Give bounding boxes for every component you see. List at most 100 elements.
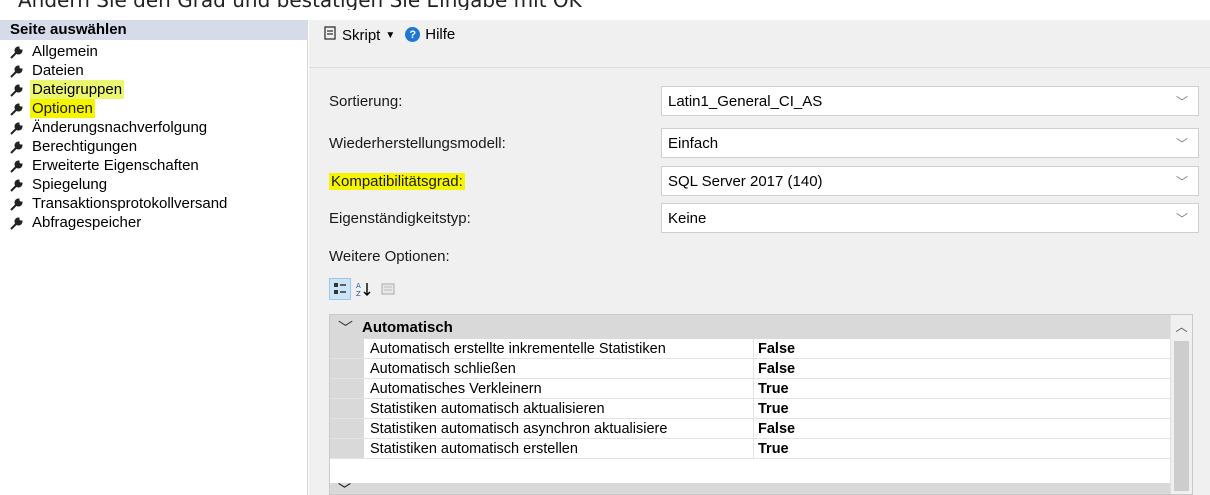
table-row[interactable]: Automatisches Verkleinern True [330, 379, 1170, 399]
property-grid: ﹀ Automatisch Automatisch erstellte inkr… [329, 314, 1193, 495]
property-pages-icon[interactable] [377, 278, 399, 300]
containment-label: Eigenständigkeitstyp: [329, 209, 471, 227]
sidebar-item-erweiterte-eigenschaften[interactable]: Erweiterte Eigenschaften [10, 156, 307, 175]
compat-label: Kompatibilitätsgrad: [329, 172, 465, 190]
property-value[interactable]: True [754, 439, 789, 458]
compat-value: SQL Server 2017 (140) [668, 172, 823, 190]
containment-row: Eigenständigkeitstyp: Keine ﹀ [329, 203, 1199, 233]
sidebar-item-abfragespeicher[interactable]: Abfragespeicher [10, 213, 307, 232]
sidebar-item-label: Transaktionsprotokollversand [32, 195, 228, 212]
row-gutter [330, 379, 364, 398]
vertical-scrollbar[interactable]: ︿ [1170, 315, 1192, 494]
toolbar: Skript ▼ ? Hilfe [309, 20, 1210, 68]
sidebar-item-dateien[interactable]: Dateien [10, 61, 307, 80]
sidebar-item-berechtigungen[interactable]: Berechtigungen [10, 137, 307, 156]
wrench-icon [10, 121, 30, 135]
svg-text:Z: Z [356, 290, 361, 297]
next-category-row[interactable]: ﹀ [330, 482, 1170, 495]
compat-select[interactable]: SQL Server 2017 (140) ﹀ [661, 166, 1199, 196]
script-button[interactable]: Skript ▼ [323, 26, 395, 44]
table-row[interactable]: Statistiken automatisch erstellen True [330, 439, 1170, 459]
sidebar-item-label: Optionen [30, 99, 95, 118]
sidebar-item-label: Abfragespeicher [32, 214, 142, 231]
wrench-icon [10, 178, 30, 192]
main-pane: Skript ▼ ? Hilfe Sortierung: Latin1_Gene… [309, 20, 1210, 495]
more-options-label: Weitere Optionen: [329, 248, 450, 265]
sidebar-item-label: Spiegelung [32, 176, 108, 193]
wrench-icon [10, 102, 30, 116]
property-name: Automatisch erstellte inkrementelle Stat… [364, 339, 754, 358]
sidebar-item-allgemein[interactable]: Allgemein [10, 42, 307, 61]
sidebar: Seite auswählen Allgemein Dateien Dateig… [0, 20, 308, 495]
sidebar-item-transaktionsprotokollversand[interactable]: Transaktionsprotokollversand [10, 194, 307, 213]
script-label: Skript [342, 26, 381, 44]
property-value[interactable]: False [754, 359, 795, 378]
collation-row: Sortierung: Latin1_General_CI_AS ﹀ [329, 86, 1199, 116]
property-name: Automatisches Verkleinern [364, 379, 754, 398]
containment-select[interactable]: Keine ﹀ [661, 203, 1199, 233]
scroll-thumb[interactable] [1174, 341, 1189, 491]
recovery-select[interactable]: Einfach ﹀ [661, 128, 1199, 158]
category-row[interactable]: ﹀ Automatisch [330, 315, 1192, 339]
sidebar-header: Seite auswählen [0, 20, 307, 40]
sidebar-item-label: Allgemein [32, 43, 98, 60]
property-value[interactable]: False [754, 419, 795, 438]
chevron-down-icon[interactable]: ﹀ [338, 317, 362, 338]
recovery-row: Wiederherstellungsmodell: Einfach ﹀ [329, 128, 1199, 158]
wrench-icon [10, 140, 30, 154]
sidebar-item-label: Erweiterte Eigenschaften [32, 157, 199, 174]
collation-value: Latin1_General_CI_AS [668, 92, 823, 110]
help-label: Hilfe [425, 26, 456, 43]
wrench-icon [10, 45, 30, 59]
table-row[interactable]: Statistiken automatisch aktualisieren Tr… [330, 399, 1170, 419]
wrench-icon [10, 159, 30, 173]
page-caption: Ändern Sie den Grad und bestätigen Sie E… [0, 0, 1210, 10]
categorized-icon[interactable] [329, 278, 351, 300]
recovery-label: Wiederherstellungsmodell: [329, 134, 506, 152]
chevron-down-icon: ﹀ [1175, 174, 1188, 189]
containment-value: Keine [668, 209, 707, 227]
compat-label-wrap: Kompatibilitätsgrad: [329, 172, 661, 190]
row-gutter [330, 399, 364, 418]
row-gutter [330, 339, 364, 358]
property-name: Statistiken automatisch aktualisieren [364, 399, 754, 418]
wrench-icon [10, 197, 30, 211]
property-value[interactable]: False [754, 339, 795, 358]
grid-toolbar: AZ [329, 278, 399, 302]
wrench-icon [10, 64, 30, 78]
row-gutter [330, 419, 364, 438]
sidebar-item-aenderungsnachverfolgung[interactable]: Änderungsnachverfolgung [10, 118, 307, 137]
property-name: Automatisch schließen [364, 359, 754, 378]
collation-select[interactable]: Latin1_General_CI_AS ﹀ [661, 86, 1199, 116]
chevron-down-icon[interactable]: ﹀ [338, 482, 351, 495]
wrench-icon [10, 83, 30, 97]
chevron-down-icon: ﹀ [1175, 211, 1188, 226]
property-value[interactable]: True [754, 379, 789, 398]
property-rows: Automatisch erstellte inkrementelle Stat… [330, 339, 1170, 459]
property-value[interactable]: True [754, 399, 789, 418]
chevron-down-icon[interactable]: ▼ [385, 30, 395, 41]
sort-alpha-icon[interactable]: AZ [353, 278, 375, 300]
help-icon: ? [405, 27, 421, 42]
property-name: Statistiken automatisch asynchron aktual… [364, 419, 754, 438]
svg-text:A: A [356, 282, 361, 290]
sidebar-item-dateigruppen[interactable]: Dateigruppen [10, 80, 307, 99]
row-gutter [330, 439, 364, 458]
chevron-up-icon[interactable]: ︿ [1171, 315, 1192, 337]
table-row[interactable]: Automatisch erstellte inkrementelle Stat… [330, 339, 1170, 359]
script-icon [323, 26, 337, 44]
sidebar-item-optionen[interactable]: Optionen [10, 99, 307, 118]
wrench-icon [10, 216, 30, 230]
nav-list: Allgemein Dateien Dateigruppen Optionen … [0, 40, 307, 232]
table-row[interactable]: Automatisch schließen False [330, 359, 1170, 379]
compat-row: Kompatibilitätsgrad: SQL Server 2017 (14… [329, 166, 1199, 196]
help-button[interactable]: ? Hilfe [405, 26, 455, 43]
recovery-value: Einfach [668, 134, 719, 152]
table-row[interactable]: Statistiken automatisch asynchron aktual… [330, 419, 1170, 439]
chevron-down-icon: ﹀ [1175, 94, 1188, 109]
property-name: Statistiken automatisch erstellen [364, 439, 754, 458]
sidebar-item-spiegelung[interactable]: Spiegelung [10, 175, 307, 194]
row-gutter [330, 359, 364, 378]
sidebar-item-label: Berechtigungen [32, 138, 138, 155]
sidebar-item-label: Dateigruppen [30, 80, 125, 99]
